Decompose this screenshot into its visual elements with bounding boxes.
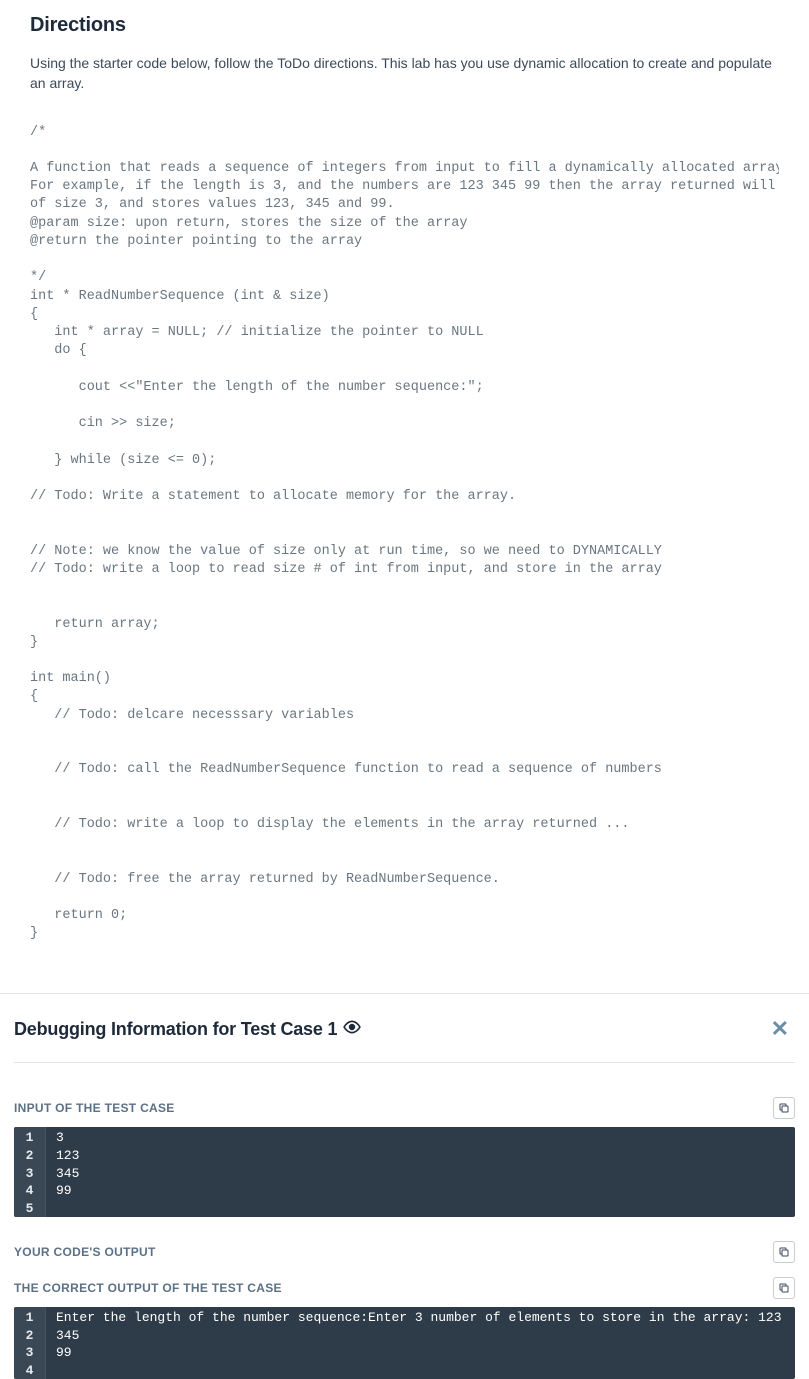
terminal-row: 2345 bbox=[14, 1327, 795, 1345]
line-number: 4 bbox=[14, 1362, 46, 1379]
directions-heading: Directions bbox=[30, 14, 779, 37]
line-text bbox=[46, 1200, 795, 1218]
terminal-row: 13 bbox=[14, 1127, 795, 1147]
terminal-row: 2123 bbox=[14, 1147, 795, 1165]
line-text bbox=[46, 1362, 795, 1379]
line-text: 123 bbox=[46, 1147, 795, 1165]
copy-input-button[interactable] bbox=[773, 1097, 795, 1119]
eye-icon bbox=[343, 1018, 361, 1041]
terminal-row: 3345 bbox=[14, 1165, 795, 1183]
input-terminal: 13212333454995 bbox=[14, 1127, 795, 1217]
line-text: Enter the length of the number sequence:… bbox=[46, 1307, 795, 1327]
line-number: 3 bbox=[14, 1165, 46, 1183]
line-number: 4 bbox=[14, 1182, 46, 1200]
line-text: 345 bbox=[46, 1165, 795, 1183]
line-number: 1 bbox=[14, 1307, 46, 1327]
line-number: 2 bbox=[14, 1327, 46, 1345]
directions-intro: Using the starter code below, follow the… bbox=[30, 53, 779, 94]
line-number: 3 bbox=[14, 1344, 46, 1362]
line-text: 99 bbox=[46, 1344, 795, 1362]
copy-correct-output-button[interactable] bbox=[773, 1277, 795, 1299]
debug-title: Debugging Information for Test Case 1 bbox=[14, 1019, 337, 1040]
line-text: 99 bbox=[46, 1182, 795, 1200]
line-number: 5 bbox=[14, 1200, 46, 1218]
correct-output-label: THE CORRECT OUTPUT OF THE TEST CASE bbox=[14, 1281, 282, 1295]
starter-code: /* A function that reads a sequence of i… bbox=[30, 124, 779, 944]
debug-panel: Debugging Information for Test Case 1 ✕ … bbox=[0, 993, 809, 1379]
terminal-row: 5 bbox=[14, 1200, 795, 1218]
terminal-row: 499 bbox=[14, 1182, 795, 1200]
correct-output-terminal: 1Enter the length of the number sequence… bbox=[14, 1307, 795, 1379]
terminal-row: 1Enter the length of the number sequence… bbox=[14, 1307, 795, 1327]
terminal-row: 4 bbox=[14, 1362, 795, 1379]
line-text: 3 bbox=[46, 1127, 795, 1147]
close-icon[interactable]: ✕ bbox=[765, 1016, 795, 1042]
your-output-label: YOUR CODE'S OUTPUT bbox=[14, 1245, 156, 1259]
input-label: INPUT OF THE TEST CASE bbox=[14, 1101, 175, 1115]
line-number: 2 bbox=[14, 1147, 46, 1165]
copy-your-output-button[interactable] bbox=[773, 1241, 795, 1263]
line-number: 1 bbox=[14, 1127, 46, 1147]
line-text: 345 bbox=[46, 1327, 795, 1345]
terminal-row: 399 bbox=[14, 1344, 795, 1362]
